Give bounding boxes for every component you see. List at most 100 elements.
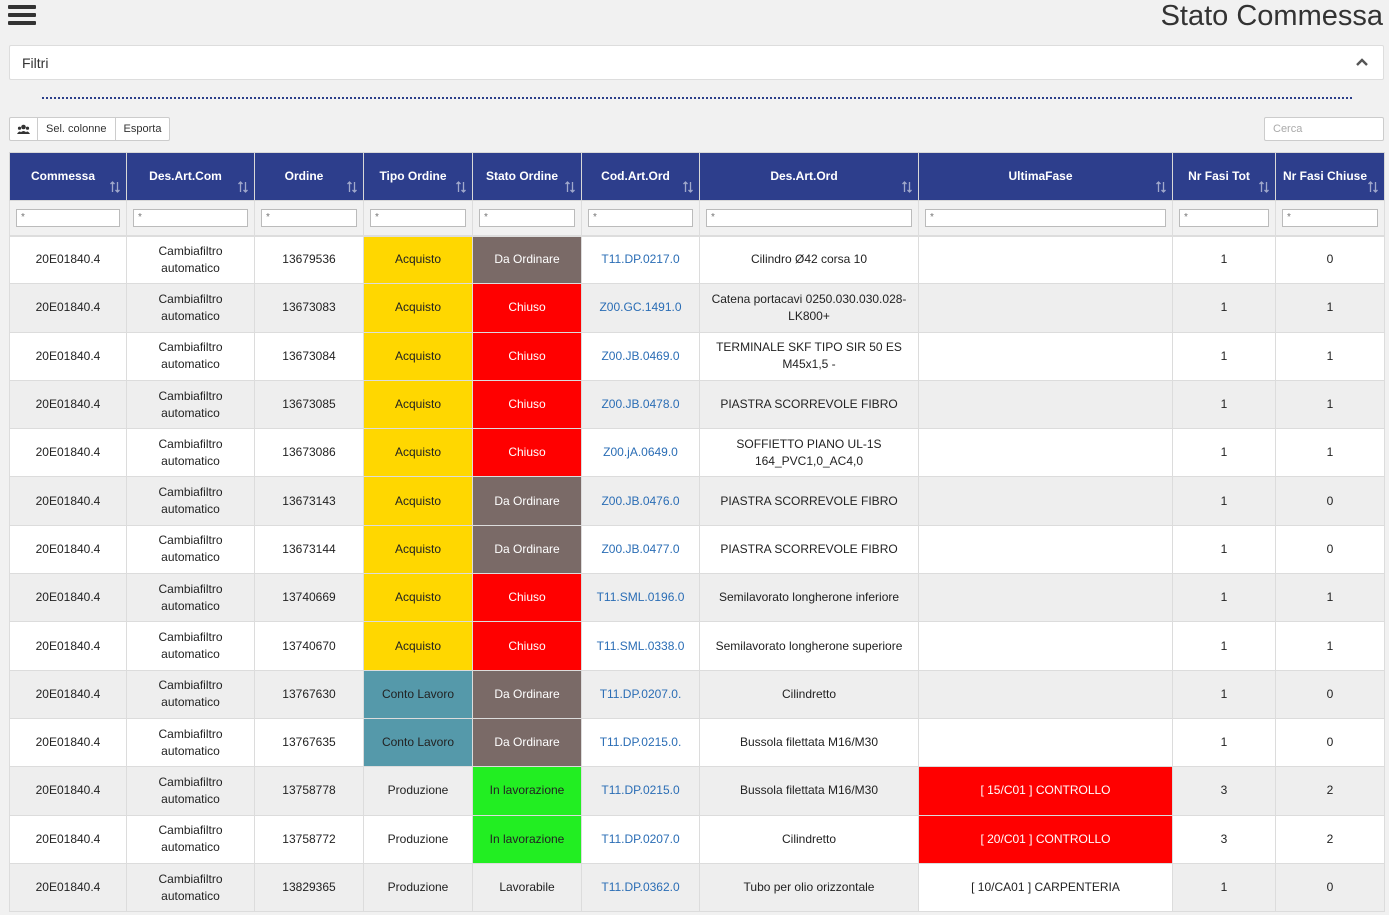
table-toolbar: Sel. colonne Esporta (9, 117, 171, 141)
filter-input-commessa[interactable] (16, 208, 120, 227)
sort-icon[interactable] (1156, 181, 1166, 193)
cell-fase (918, 621, 1173, 671)
sort-icon[interactable] (456, 181, 466, 193)
cell-tot: 1 (1172, 524, 1276, 575)
table-row[interactable]: 20E01840.4 Cambiafiltro automatico 1367314… (9, 524, 1385, 575)
cell-commessa: 20E01840.4 (9, 234, 127, 285)
cell-stato: Da Ordinare (472, 476, 582, 526)
sort-icon[interactable] (238, 181, 248, 193)
cell-cod[interactable]: T11.DP.0207.0. (581, 669, 700, 719)
cell-des-art-com: Cambiafiltro automatico (126, 283, 255, 333)
column-header-des-art-ord[interactable]: Des.Art.Ord (699, 152, 919, 201)
cell-cod[interactable]: T11.SML.0196.0 (581, 573, 700, 623)
cell-des-ord: Catena portacavi 0250.030.030.028-LK800+ (699, 283, 919, 333)
export-button[interactable]: Esporta (114, 117, 171, 141)
table-row[interactable]: 20E01840.4 Cambiafiltro automatico 1374067… (9, 621, 1385, 671)
table-row[interactable]: 20E01840.4 Cambiafiltro automatico 1367308… (9, 379, 1385, 430)
column-header-des-art-com[interactable]: Des.Art.Com (126, 152, 255, 201)
cell-cod[interactable]: Z00.JB.0478.0 (581, 379, 700, 430)
table-row[interactable]: 20E01840.4 Cambiafiltro automatico 1367308… (9, 331, 1385, 381)
cell-des-ord: Tubo per olio orizzontale (699, 862, 919, 913)
sort-icon[interactable] (110, 181, 120, 193)
cell-stato: Chiuso (472, 428, 582, 478)
cell-cod[interactable]: Z00.JB.0469.0 (581, 331, 700, 381)
cell-ordine: 13740670 (254, 621, 364, 671)
cell-commessa: 20E01840.4 (9, 379, 127, 430)
filter-input-tipo-ordine[interactable] (370, 208, 466, 227)
sort-icon[interactable] (1368, 181, 1378, 193)
columns-group-button[interactable] (9, 117, 38, 141)
column-header-label: Nr Fasi Chiuse (1282, 169, 1368, 183)
table-row[interactable]: 20E01840.4 Cambiafiltro automatico 1376763… (9, 717, 1385, 768)
menu-icon[interactable] (8, 2, 36, 28)
filter-input-des-art-com[interactable] (133, 208, 248, 227)
sort-icon[interactable] (347, 181, 357, 193)
table-row[interactable]: 20E01840.4 Cambiafiltro automatico 1375877… (9, 814, 1385, 864)
cell-tipo: Acquisto (363, 476, 473, 526)
cell-des-ord: Bussola filettata M16/M30 (699, 766, 919, 816)
sort-icon[interactable] (902, 181, 912, 193)
cell-stato: Chiuso (472, 283, 582, 333)
table-row[interactable]: 20E01840.4 Cambiafiltro automatico 1367308… (9, 428, 1385, 478)
column-header-tipo-ordine[interactable]: Tipo Ordine (363, 152, 473, 201)
cell-chiuse: 0 (1275, 862, 1385, 913)
orders-table: Commessa Des.Art.Com Ordine Tipo Ordine Stat… (9, 152, 1385, 913)
cell-stato: Chiuso (472, 379, 582, 430)
cell-cod[interactable]: Z00.jA.0649.0 (581, 428, 700, 478)
chevron-up-icon[interactable] (1355, 55, 1369, 69)
filter-input-ultimafase[interactable] (925, 208, 1166, 227)
sort-icon[interactable] (565, 181, 575, 193)
table-row[interactable]: 20E01840.4 Cambiafiltro automatico 1376763… (9, 669, 1385, 719)
column-header-ordine[interactable]: Ordine (254, 152, 364, 201)
cell-cod[interactable]: T11.DP.0362.0 (581, 862, 700, 913)
filter-input-nr-fasi-chiuse[interactable] (1282, 208, 1378, 227)
search-input[interactable] (1264, 117, 1384, 141)
cell-des-art-com: Cambiafiltro automatico (126, 476, 255, 526)
table-row[interactable]: 20E01840.4 Cambiafiltro automatico 1367953… (9, 234, 1385, 285)
table-row[interactable]: 20E01840.4 Cambiafiltro automatico 1382936… (9, 862, 1385, 913)
table-row[interactable]: 20E01840.4 Cambiafiltro automatico 1374066… (9, 573, 1385, 623)
filter-input-des-art-ord[interactable] (706, 208, 912, 227)
cell-stato: Da Ordinare (472, 234, 582, 285)
cell-des-ord: PIASTRA SCORREVOLE FIBRO (699, 524, 919, 575)
table-row[interactable]: 20E01840.4 Cambiafiltro automatico 1367308… (9, 283, 1385, 333)
cell-tipo: Acquisto (363, 573, 473, 623)
filter-input-ordine[interactable] (261, 208, 357, 227)
column-header-ultimafase[interactable]: UltimaFase (918, 152, 1173, 201)
filter-cell (363, 200, 473, 237)
filter-input-nr-fasi-tot[interactable] (1179, 208, 1269, 227)
cell-cod[interactable]: T11.DP.0207.0 (581, 814, 700, 864)
filter-input-stato-ordine[interactable] (479, 208, 575, 227)
table-row[interactable]: 20E01840.4 Cambiafiltro automatico 1375877… (9, 766, 1385, 816)
cell-fase (918, 573, 1173, 623)
cell-tipo: Acquisto (363, 234, 473, 285)
cell-cod[interactable]: T11.SML.0338.0 (581, 621, 700, 671)
cell-fase (918, 476, 1173, 526)
column-header-cod-art-ord[interactable]: Cod.Art.Ord (581, 152, 700, 201)
column-header-nr-fasi-chiuse[interactable]: Nr Fasi Chiuse (1275, 152, 1385, 201)
sort-icon[interactable] (683, 181, 693, 193)
cell-cod[interactable]: T11.DP.0217.0 (581, 234, 700, 285)
cell-chiuse: 0 (1275, 524, 1385, 575)
cell-cod[interactable]: Z00.GC.1491.0 (581, 283, 700, 333)
cell-cod[interactable]: T11.DP.0215.0 (581, 766, 700, 816)
column-header-nr-fasi-tot[interactable]: Nr Fasi Tot (1172, 152, 1276, 201)
table-row[interactable]: 20E01840.4 Cambiafiltro automatico 1367314… (9, 476, 1385, 526)
cell-commessa: 20E01840.4 (9, 476, 127, 526)
column-header-commessa[interactable]: Commessa (9, 152, 127, 201)
filters-panel[interactable]: Filtri (9, 45, 1384, 80)
column-header-stato-ordine[interactable]: Stato Ordine (472, 152, 582, 201)
cell-tot: 3 (1172, 766, 1276, 816)
cell-cod[interactable]: T11.DP.0215.0. (581, 717, 700, 768)
sort-icon[interactable] (1259, 181, 1269, 193)
cell-tot: 1 (1172, 621, 1276, 671)
filter-input-cod-art-ord[interactable] (588, 208, 693, 227)
column-header-label: Des.Art.Ord (770, 169, 838, 183)
cell-tot: 1 (1172, 573, 1276, 623)
cell-chiuse: 1 (1275, 573, 1385, 623)
cell-cod[interactable]: Z00.JB.0477.0 (581, 524, 700, 575)
cell-cod[interactable]: Z00.JB.0476.0 (581, 476, 700, 526)
column-header-label: Tipo Ordine (379, 169, 447, 183)
cell-des-ord: Semilavorato longherone superiore (699, 621, 919, 671)
select-columns-button[interactable]: Sel. colonne (37, 117, 116, 141)
